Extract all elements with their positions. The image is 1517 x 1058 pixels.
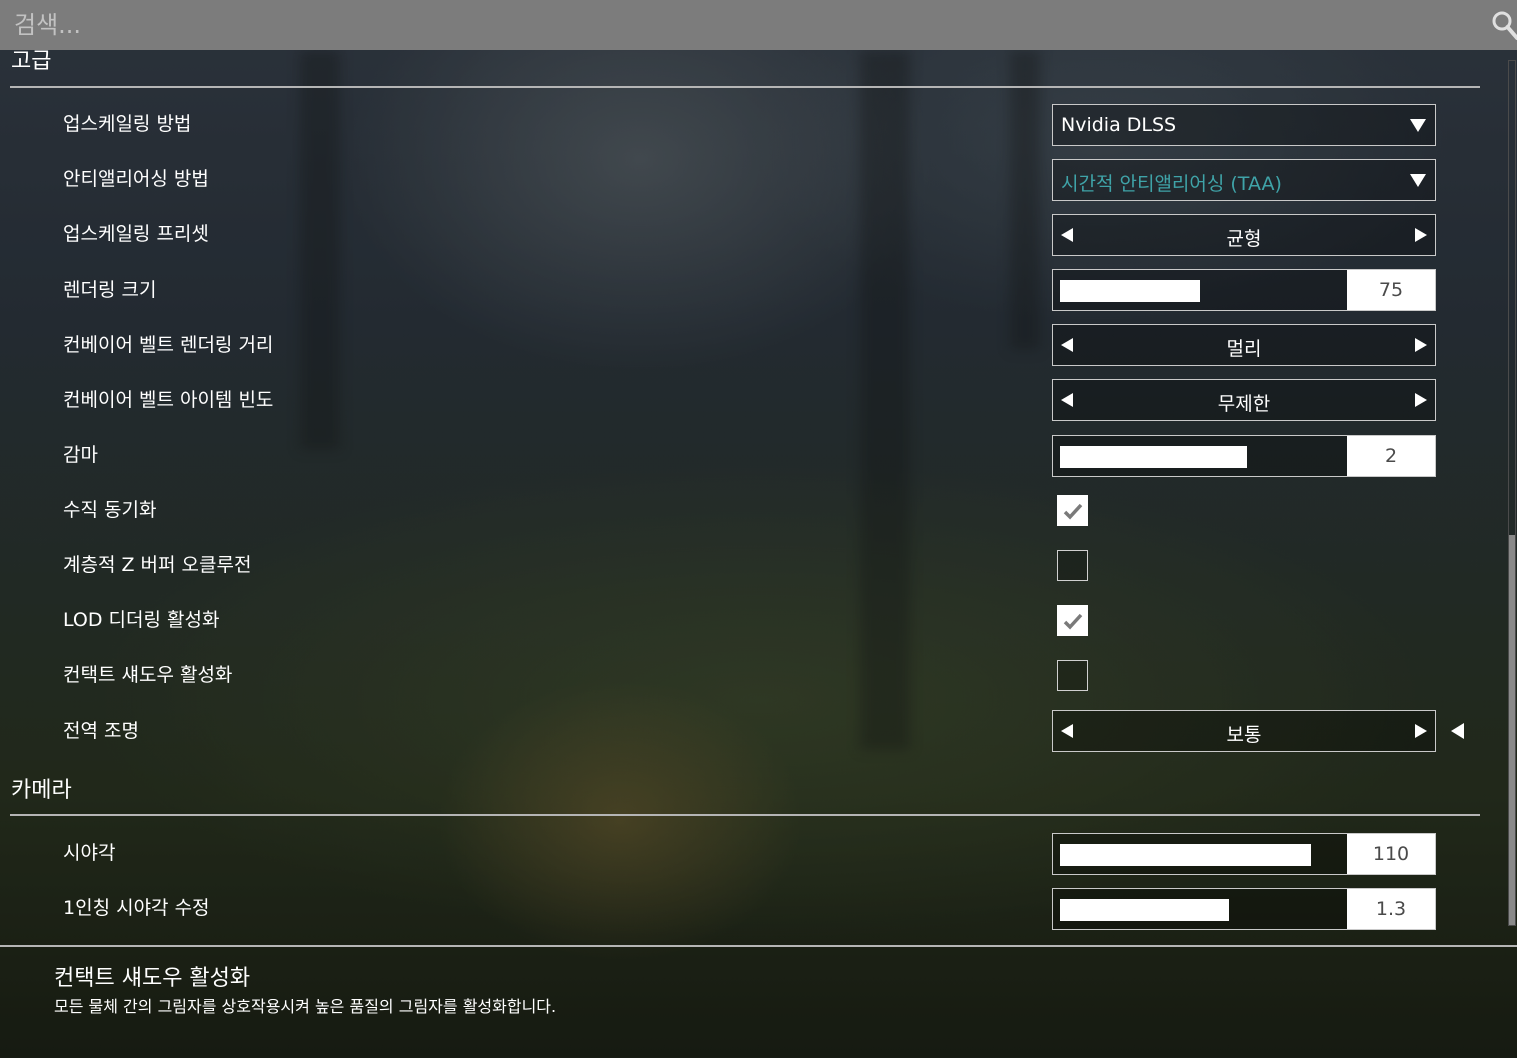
checkmark-icon: [1063, 503, 1083, 520]
gamma-slider[interactable]: 2: [1052, 435, 1436, 477]
contact-shadows-checkbox[interactable]: [1057, 660, 1088, 691]
dropdown-arrow-icon: [1410, 119, 1426, 132]
slider-fill: [1060, 899, 1229, 921]
antialiasing-method-label: 안티앨리어싱 방법: [63, 168, 209, 190]
slider-fill: [1060, 446, 1247, 468]
description-title: 컨택트 섀도우 활성화: [54, 966, 251, 991]
slider-track[interactable]: [1053, 270, 1347, 310]
section-divider: [10, 814, 1480, 816]
lod-dithering-checkbox[interactable]: [1057, 605, 1088, 636]
global-illumination-label: 전역 조명: [63, 720, 139, 742]
first-person-fov-slider[interactable]: 1.3: [1052, 888, 1436, 930]
section-divider: [10, 86, 1480, 88]
dropdown-arrow-icon: [1410, 174, 1426, 187]
conveyor-render-distance-selector: 멀리: [1052, 324, 1436, 366]
antialiasing-method-dropdown[interactable]: 시간적 안티앨리어싱 (TAA): [1052, 159, 1436, 201]
upscaling-preset-label: 업스케일링 프리셋: [63, 223, 209, 245]
scrollbar-thumb[interactable]: [1509, 535, 1515, 925]
fov-value[interactable]: 110: [1347, 834, 1435, 874]
first-person-fov-value[interactable]: 1.3: [1347, 889, 1435, 929]
conveyor-item-frequency-label: 컨베이어 벨트 아이템 빈도: [63, 389, 274, 411]
fov-label: 시야각: [63, 842, 116, 864]
slider-fill: [1060, 280, 1200, 302]
next-arrow-icon[interactable]: [1415, 228, 1427, 242]
checkmark-icon: [1063, 613, 1083, 630]
vsync-checkbox[interactable]: [1057, 495, 1088, 526]
prev-arrow-icon[interactable]: [1061, 338, 1073, 352]
slider-track[interactable]: [1053, 834, 1347, 874]
prev-arrow-icon[interactable]: [1061, 228, 1073, 242]
next-arrow-icon[interactable]: [1415, 393, 1427, 407]
next-arrow-icon[interactable]: [1415, 338, 1427, 352]
section-title-camera: 카메라: [11, 778, 72, 803]
conveyor-item-frequency-value: 무제한: [1217, 393, 1271, 415]
upscaling-method-label: 업스케일링 방법: [63, 113, 192, 135]
upscaling-method-dropdown[interactable]: Nvidia DLSS: [1052, 104, 1436, 146]
slider-fill: [1060, 844, 1311, 866]
gamma-value[interactable]: 2: [1347, 436, 1435, 476]
slider-track[interactable]: [1053, 436, 1347, 476]
contact-shadows-label: 컨택트 섀도우 활성화: [63, 664, 233, 686]
prev-arrow-icon[interactable]: [1061, 724, 1073, 738]
antialiasing-method-value: 시간적 안티앨리어싱 (TAA): [1061, 173, 1282, 195]
upscaling-preset-selector: 균형: [1052, 214, 1436, 256]
lod-dithering-label: LOD 디더링 활성화: [63, 609, 220, 631]
hzb-occlusion-label: 계층적 Z 버퍼 오클루전: [63, 554, 252, 576]
description-text: 모든 물체 간의 그림자를 상호작용시켜 높은 품질의 그림자를 활성화합니다.: [54, 997, 557, 1016]
render-scale-slider[interactable]: 75: [1052, 269, 1436, 311]
global-illumination-value: 보통: [1226, 724, 1262, 746]
reset-arrow-icon[interactable]: [1451, 723, 1464, 739]
slider-track[interactable]: [1053, 889, 1347, 929]
prev-arrow-icon[interactable]: [1061, 393, 1073, 407]
conveyor-render-distance-value: 멀리: [1226, 338, 1262, 360]
gamma-label: 감마: [63, 444, 98, 466]
search-icon[interactable]: [1491, 10, 1517, 40]
section-title-advanced: 고급: [11, 49, 52, 74]
conveyor-item-frequency-selector: 무제한: [1052, 379, 1436, 421]
upscaling-preset-value: 균형: [1226, 228, 1262, 250]
search-input[interactable]: [14, 6, 1454, 44]
vsync-label: 수직 동기화: [63, 499, 157, 521]
global-illumination-selector: 보통: [1052, 710, 1436, 752]
hzb-occlusion-checkbox[interactable]: [1057, 550, 1088, 581]
search-bar: [0, 0, 1517, 50]
next-arrow-icon[interactable]: [1415, 724, 1427, 738]
first-person-fov-label: 1인칭 시야각 수정: [63, 897, 210, 919]
description-divider: [0, 945, 1517, 947]
upscaling-method-value: Nvidia DLSS: [1061, 114, 1177, 136]
render-scale-label: 렌더링 크기: [63, 279, 157, 301]
fov-slider[interactable]: 110: [1052, 833, 1436, 875]
render-scale-value[interactable]: 75: [1347, 270, 1435, 310]
conveyor-render-distance-label: 컨베이어 벨트 렌더링 거리: [63, 334, 274, 356]
